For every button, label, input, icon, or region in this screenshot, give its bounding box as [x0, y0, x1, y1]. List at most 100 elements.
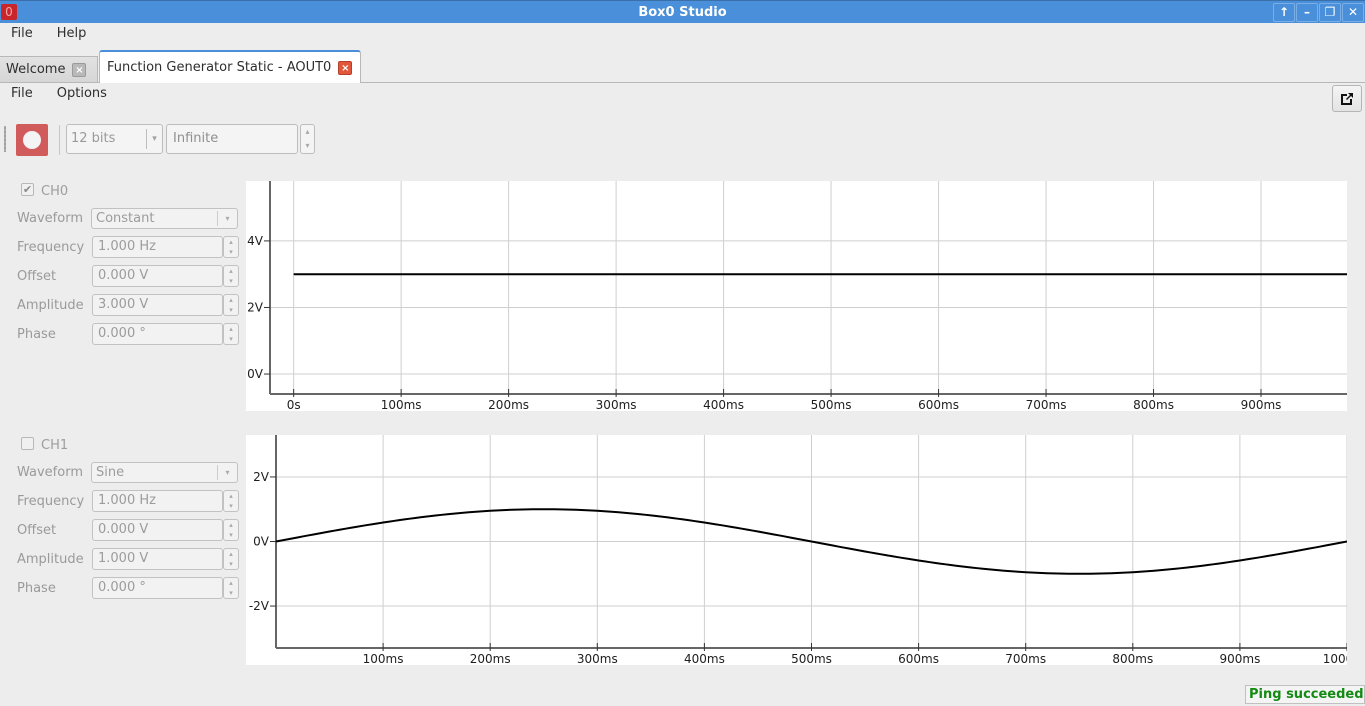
spin-down-icon[interactable]: ▾ — [224, 334, 238, 344]
x-tick-label: 600ms — [898, 652, 939, 665]
spin-down-icon[interactable]: ▾ — [224, 305, 238, 315]
menu-file[interactable]: File — [0, 23, 45, 45]
tab-function-generator[interactable]: Function Generator Static - AOUT0 × — [99, 50, 361, 83]
spin-up-icon[interactable]: ▴ — [224, 549, 238, 559]
repeat-input-value: Infinite — [173, 131, 219, 146]
ch0-offset-spinner[interactable]: ▴ ▾ — [223, 265, 239, 287]
spin-down-icon[interactable]: ▾ — [224, 501, 238, 511]
spin-down-icon[interactable]: ▾ — [224, 530, 238, 540]
spin-up-icon[interactable]: ▴ — [301, 125, 314, 139]
toolbar-grip-handle[interactable] — [4, 126, 6, 152]
tab-welcome[interactable]: Welcome × — [0, 56, 98, 82]
maximize-button[interactable]: ❐ — [1319, 3, 1341, 22]
ch1-waveform-select[interactable]: Sine ▾ — [91, 462, 238, 483]
ch1-amplitude-input[interactable]: 1.000 V — [92, 548, 223, 570]
spin-up-icon[interactable]: ▴ — [224, 491, 238, 501]
ch1-amplitude-spinner[interactable]: ▴ ▾ — [223, 548, 239, 570]
spin-up-icon[interactable]: ▴ — [224, 295, 238, 305]
ch1-chart-svg: 100ms 200ms 300ms 400ms 500ms 600ms 700ms 800ms… — [249, 435, 1347, 665]
x-tick-label: 100ms — [363, 652, 404, 665]
repeat-input[interactable]: Infinite — [166, 124, 298, 154]
close-tab-icon[interactable]: × — [338, 60, 353, 75]
toolbar-separator — [59, 125, 60, 155]
waveform-label: Waveform — [17, 211, 83, 226]
waveform-label: Waveform — [17, 465, 83, 480]
tool-menubar: File Options — [0, 83, 119, 105]
close-window-button[interactable]: ✕ — [1342, 3, 1364, 22]
x-tick-label: 800ms — [1112, 652, 1153, 665]
spin-down-icon[interactable]: ▾ — [224, 588, 238, 598]
ch1-enable-checkbox[interactable] — [21, 437, 34, 450]
keep-above-button[interactable]: ↑ — [1273, 3, 1295, 22]
tool-menu-options[interactable]: Options — [45, 83, 119, 105]
tool-menu-file[interactable]: File — [0, 83, 45, 105]
arrow-up-icon: ↑ — [1278, 5, 1290, 19]
close-icon: ✕ — [1347, 5, 1359, 19]
repeat-spinner[interactable]: ▴ ▾ — [300, 124, 315, 154]
bits-select[interactable]: 12 bits ▾ — [66, 124, 163, 154]
ch1-frequency-input[interactable]: 1.000 Hz — [92, 490, 223, 512]
y-tick-label: 4V — [247, 234, 264, 248]
ch0-chart: 0s 100ms 200ms 300ms 400ms 500ms 600ms 700ms 800… — [246, 181, 1347, 411]
ch0-amplitude-spinner[interactable]: ▴ ▾ — [223, 294, 239, 316]
ch1-frequency-spinner[interactable]: ▴ ▾ — [223, 490, 239, 512]
offset-label: Offset — [17, 523, 57, 538]
tab-bar: Welcome × Function Generator Static - AO… — [0, 50, 1365, 83]
frequency-label: Frequency — [17, 240, 85, 255]
spin-up-icon[interactable]: ▴ — [224, 324, 238, 334]
spin-up-icon[interactable]: ▴ — [224, 520, 238, 530]
menu-help[interactable]: Help — [45, 23, 99, 45]
ch0-waveform-select[interactable]: Constant ▾ — [91, 208, 238, 229]
ch1-phase-spinner[interactable]: ▴ ▾ — [223, 577, 239, 599]
minimize-button[interactable]: – — [1296, 3, 1318, 22]
minimize-icon: – — [1304, 5, 1310, 19]
amplitude-label: Amplitude — [17, 298, 84, 313]
popout-button[interactable] — [1332, 85, 1362, 112]
y-tick-label: 2V — [247, 300, 264, 314]
spin-up-icon[interactable]: ▴ — [224, 237, 238, 247]
ch1-offset-input[interactable]: 0.000 V — [92, 519, 223, 541]
main-menubar: File Help — [0, 23, 98, 45]
ch1-label: CH1 — [41, 438, 69, 453]
ch0-amplitude-input[interactable]: 3.000 V — [92, 294, 223, 316]
ch1-offset-spinner[interactable]: ▴ ▾ — [223, 519, 239, 541]
spin-down-icon[interactable]: ▾ — [301, 139, 314, 153]
ch1-phase-input[interactable]: 0.000 ° — [92, 577, 223, 599]
spin-up-icon[interactable]: ▴ — [224, 578, 238, 588]
chevron-down-icon: ▾ — [217, 211, 237, 226]
y-tick-label: -2V — [249, 599, 270, 613]
spin-down-icon[interactable]: ▾ — [224, 276, 238, 286]
ch0-frequency-spinner[interactable]: ▴ ▾ — [223, 236, 239, 258]
x-tick-label: 0s — [287, 398, 301, 411]
x-tick-label: 100ms — [381, 398, 422, 411]
bits-select-value: 12 bits — [71, 131, 116, 146]
spin-down-icon[interactable]: ▾ — [224, 247, 238, 257]
offset-label: Offset — [17, 269, 57, 284]
frequency-label: Frequency — [17, 494, 85, 509]
x-tick-label: 900ms — [1241, 398, 1282, 411]
x-tick-label: 1000ms — [1323, 652, 1347, 665]
x-tick-label: 300ms — [596, 398, 637, 411]
chevron-down-icon: ▾ — [146, 129, 162, 149]
x-tick-label: 700ms — [1026, 398, 1067, 411]
spin-down-icon[interactable]: ▾ — [224, 559, 238, 569]
x-tick-label: 200ms — [488, 398, 529, 411]
x-tick-label: 400ms — [703, 398, 744, 411]
ch1-chart: 100ms 200ms 300ms 400ms 500ms 600ms 700ms 800ms… — [246, 435, 1347, 665]
y-tick-label: 2V — [253, 470, 270, 484]
ch0-phase-input[interactable]: 0.000 ° — [92, 323, 223, 345]
ch0-frequency-input[interactable]: 1.000 Hz — [92, 236, 223, 258]
ch0-enable-checkbox[interactable]: ✔ — [21, 183, 34, 196]
amplitude-label: Amplitude — [17, 552, 84, 567]
window-controls: ↑ – ❐ ✕ — [1273, 3, 1364, 22]
tab-label: Function Generator Static - AOUT0 — [107, 60, 332, 75]
spin-up-icon[interactable]: ▴ — [224, 266, 238, 276]
close-tab-icon[interactable]: × — [72, 62, 87, 77]
ch0-offset-input[interactable]: 0.000 V — [92, 265, 223, 287]
ch0-phase-spinner[interactable]: ▴ ▾ — [223, 323, 239, 345]
x-tick-label: 500ms — [791, 652, 832, 665]
x-tick-label: 900ms — [1219, 652, 1260, 665]
x-tick-label: 400ms — [684, 652, 725, 665]
record-button[interactable] — [16, 124, 48, 156]
x-tick-label: 300ms — [577, 652, 618, 665]
